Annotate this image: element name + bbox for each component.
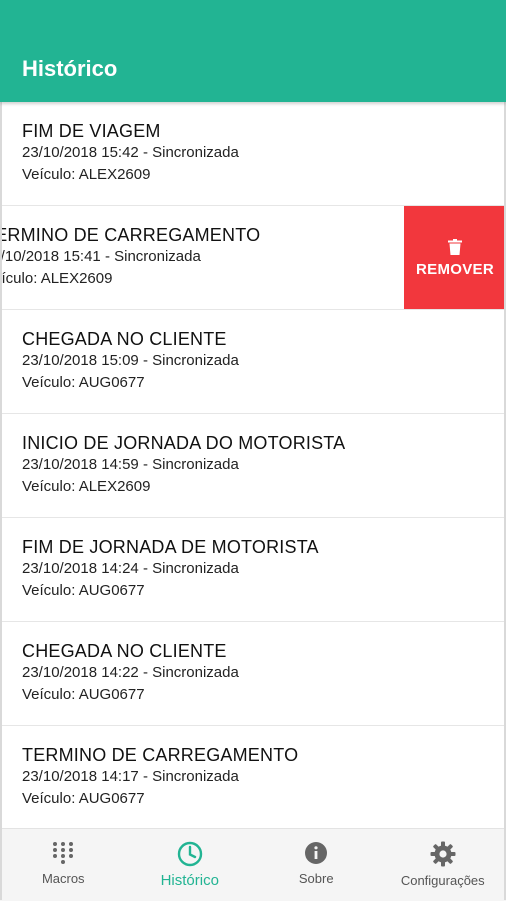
event-datetime-status: 23/10/2018 15:09 - Sincronizada [22,350,239,372]
event-vehicle: Veículo: ALEX2609 [22,164,239,186]
history-item[interactable]: TERMINO DE CARREGAMENTO 23/10/2018 14:17… [0,726,506,828]
page-title: Histórico [22,56,117,82]
app-bar: Histórico [0,0,506,102]
history-item[interactable]: FIM DE JORNADA DE MOTORISTA 23/10/2018 1… [0,518,506,622]
remove-label: REMOVER [416,261,494,278]
event-vehicle: Veículo: ALEX2609 [22,476,345,498]
event-vehicle: Veículo: AUG0677 [22,372,239,394]
trash-icon [448,239,462,255]
nav-item-sobre[interactable]: Sobre [253,829,380,901]
gear-icon [430,841,456,867]
history-item[interactable]: CHEGADA NO CLIENTE 23/10/2018 14:22 - Si… [0,622,506,726]
event-datetime-status: 23/10/2018 14:22 - Sincronizada [22,662,239,684]
nav-item-historico[interactable]: Histórico [127,829,254,901]
event-datetime-status: 23/10/2018 15:41 - Sincronizada [0,246,260,268]
event-vehicle: Veículo: AUG0677 [22,684,239,706]
info-icon [304,841,328,865]
event-vehicle: Veículo: ALEX2609 [0,268,260,290]
remove-button[interactable]: REMOVER [404,206,506,310]
bottom-navigation: Macros Histórico Sobre [0,828,506,901]
event-datetime-status: 23/10/2018 14:17 - Sincronizada [22,766,298,788]
nav-label-configuracoes: Configurações [401,873,485,888]
event-title: FIM DE JORNADA DE MOTORISTA [22,536,319,558]
event-title: INICIO DE JORNADA DO MOTORISTA [22,432,345,454]
event-title: TERMINO DE CARREGAMENTO [22,744,298,766]
event-title: CHEGADA NO CLIENTE [22,640,239,662]
clock-icon [177,841,203,867]
history-item[interactable]: FIM DE VIAGEM 23/10/2018 15:42 - Sincron… [0,102,506,206]
nav-label-historico: Histórico [161,872,219,889]
event-title: CHEGADA NO CLIENTE [22,328,239,350]
history-list[interactable]: FIM DE VIAGEM 23/10/2018 15:42 - Sincron… [0,102,506,828]
event-datetime-status: 23/10/2018 14:59 - Sincronizada [22,454,345,476]
event-datetime-status: 23/10/2018 14:24 - Sincronizada [22,558,319,580]
nav-label-sobre: Sobre [299,871,334,886]
nav-label-macros: Macros [42,871,85,886]
history-item[interactable]: INICIO DE JORNADA DO MOTORISTA 23/10/201… [0,414,506,518]
history-item[interactable]: CHEGADA NO CLIENTE 23/10/2018 15:09 - Si… [0,310,506,414]
event-vehicle: Veículo: AUG0677 [22,788,298,810]
history-item-swiped[interactable]: TERMINO DE CARREGAMENTO 23/10/2018 15:41… [0,206,506,310]
event-datetime-status: 23/10/2018 15:42 - Sincronizada [22,142,239,164]
nav-item-configuracoes[interactable]: Configurações [380,829,506,901]
event-title: FIM DE VIAGEM [22,120,239,142]
nav-item-macros[interactable]: Macros [0,829,127,901]
event-title: TERMINO DE CARREGAMENTO [0,224,260,246]
event-vehicle: Veículo: AUG0677 [22,580,319,602]
grid-icon [52,841,74,865]
